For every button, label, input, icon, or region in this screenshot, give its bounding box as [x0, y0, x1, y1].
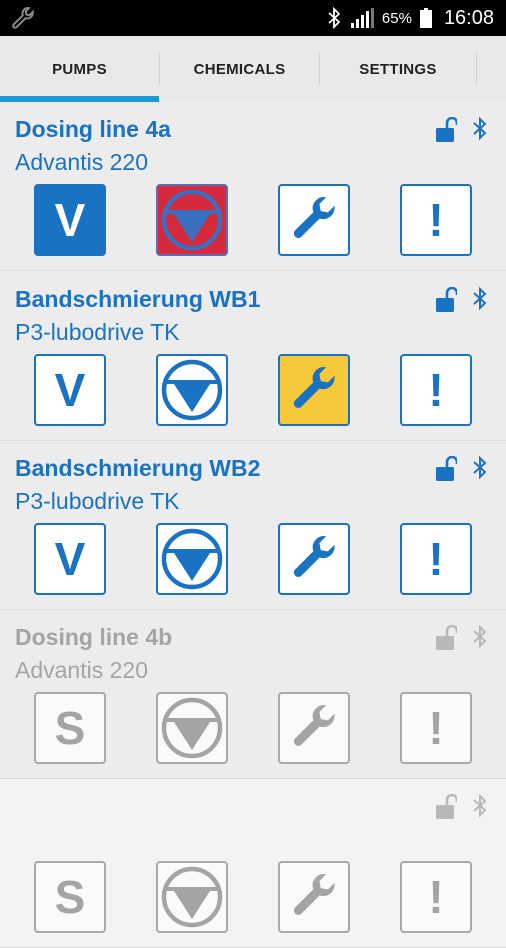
error-button[interactable]: ! — [400, 184, 472, 256]
mode-button[interactable]: S — [34, 861, 106, 933]
lock-open-icon[interactable] — [435, 456, 457, 482]
mode-letter: V — [54, 533, 86, 585]
exclamation-icon: ! — [428, 194, 444, 246]
exclamation-icon: ! — [428, 702, 444, 754]
wrench-icon — [293, 874, 335, 915]
bluetooth-icon — [473, 455, 487, 480]
pump-model: Advantis 220 — [15, 657, 148, 683]
bluetooth-icon — [473, 116, 487, 141]
level-button[interactable] — [156, 692, 228, 764]
exclamation-icon: ! — [428, 364, 444, 416]
service-button[interactable] — [278, 861, 350, 933]
level-icon — [161, 189, 223, 251]
pump-name: Dosing line 4a — [15, 116, 171, 142]
lock-open-icon[interactable] — [435, 117, 457, 143]
clock: 16:08 — [443, 6, 494, 29]
wrench-icon — [12, 7, 34, 29]
bluetooth-icon — [473, 286, 487, 311]
bluetooth-icon — [473, 624, 487, 649]
service-button[interactable] — [278, 692, 350, 764]
error-button[interactable]: ! — [400, 861, 472, 933]
error-button[interactable]: ! — [400, 692, 472, 764]
wrench-icon — [293, 536, 335, 577]
tab-pumps[interactable]: PUMPS — [0, 36, 159, 102]
error-button[interactable]: ! — [400, 523, 472, 595]
mode-letter: S — [54, 702, 86, 754]
tab-chemicals[interactable]: CHEMICALS — [160, 36, 319, 102]
mode-letter: V — [54, 194, 86, 246]
pump-card[interactable]: Dosing line 4a Advantis 220 V! — [0, 102, 506, 271]
pump-model: P3-lubodrive TK — [15, 319, 180, 345]
pump-name: Bandschmierung WB1 — [15, 286, 261, 312]
bluetooth-icon — [473, 793, 487, 818]
lock-open-icon[interactable] — [435, 287, 457, 313]
error-button[interactable]: ! — [400, 354, 472, 426]
wrench-icon — [293, 705, 335, 746]
level-button[interactable] — [156, 354, 228, 426]
mode-letter: V — [54, 364, 86, 416]
wrench-icon — [293, 367, 335, 408]
pump-card[interactable]: S! — [0, 779, 506, 948]
lock-open-icon[interactable] — [435, 794, 457, 820]
level-button[interactable] — [156, 861, 228, 933]
tab-settings[interactable]: SETTINGS — [320, 36, 476, 102]
level-icon — [161, 359, 223, 421]
pump-card[interactable]: Bandschmierung WB2 P3-lubodrive TK V! — [0, 441, 506, 610]
level-button[interactable] — [156, 523, 228, 595]
level-icon — [161, 697, 223, 759]
pump-card[interactable]: Dosing line 4b Advantis 220 S! — [0, 610, 506, 779]
tab-bar: PUMPS CHEMICALS SETTINGS — [0, 36, 506, 102]
exclamation-icon: ! — [428, 533, 444, 585]
pump-name: Dosing line 4b — [15, 624, 173, 650]
pump-model: P3-lubodrive TK — [15, 488, 180, 514]
service-button[interactable] — [278, 354, 350, 426]
wrench-icon — [293, 197, 335, 238]
pump-model: Advantis 220 — [15, 149, 148, 175]
mode-letter: S — [54, 871, 86, 923]
mode-button[interactable]: V — [34, 523, 106, 595]
level-icon — [161, 866, 223, 928]
pump-name: Bandschmierung WB2 — [15, 455, 261, 481]
level-icon — [161, 528, 223, 590]
exclamation-icon: ! — [428, 871, 444, 923]
lock-open-icon[interactable] — [435, 625, 457, 651]
status-bar: 65% 16:08 — [0, 0, 506, 36]
tab-more[interactable] — [477, 36, 506, 102]
service-button[interactable] — [278, 184, 350, 256]
battery-icon — [419, 8, 432, 28]
level-button[interactable] — [156, 184, 228, 256]
service-button[interactable] — [278, 523, 350, 595]
signal-icon — [350, 8, 374, 28]
bluetooth-icon — [328, 7, 341, 29]
mode-button[interactable]: S — [34, 692, 106, 764]
pump-card[interactable]: Bandschmierung WB1 P3-lubodrive TK V! — [0, 272, 506, 441]
mode-button[interactable]: V — [34, 354, 106, 426]
battery-percent: 65% — [381, 9, 412, 27]
mode-button[interactable]: V — [34, 184, 106, 256]
